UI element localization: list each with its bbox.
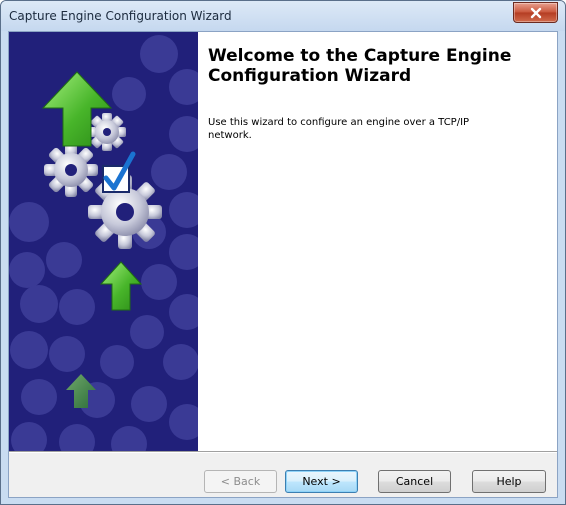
arrow-up-small-icon — [99, 261, 143, 311]
page-heading: Welcome to the Capture Engine Configurat… — [208, 46, 512, 86]
wizard-client-area: Welcome to the Capture Engine Configurat… — [8, 31, 558, 498]
window-title: Capture Engine Configuration Wizard — [9, 9, 232, 23]
background-dots — [9, 35, 198, 451]
page-description: Use this wizard to configure an engine o… — [208, 117, 470, 141]
checkmark-icon — [102, 151, 136, 193]
next-button[interactable]: Next > — [285, 470, 358, 493]
back-button[interactable]: < Back — [204, 470, 277, 493]
help-button[interactable]: Help — [472, 470, 546, 493]
button-separator — [9, 451, 557, 453]
title-bar: Capture Engine Configuration Wizard — [1, 1, 565, 31]
close-icon — [530, 7, 541, 18]
close-button[interactable] — [513, 2, 558, 23]
sidebar-illustration — [9, 35, 198, 451]
wizard-content: Welcome to the Capture Engine Configurat… — [198, 32, 557, 451]
wizard-sidebar-graphic — [9, 32, 198, 451]
wizard-window: Capture Engine Configuration Wizard Welc… — [0, 0, 566, 505]
cancel-button[interactable]: Cancel — [378, 470, 451, 493]
